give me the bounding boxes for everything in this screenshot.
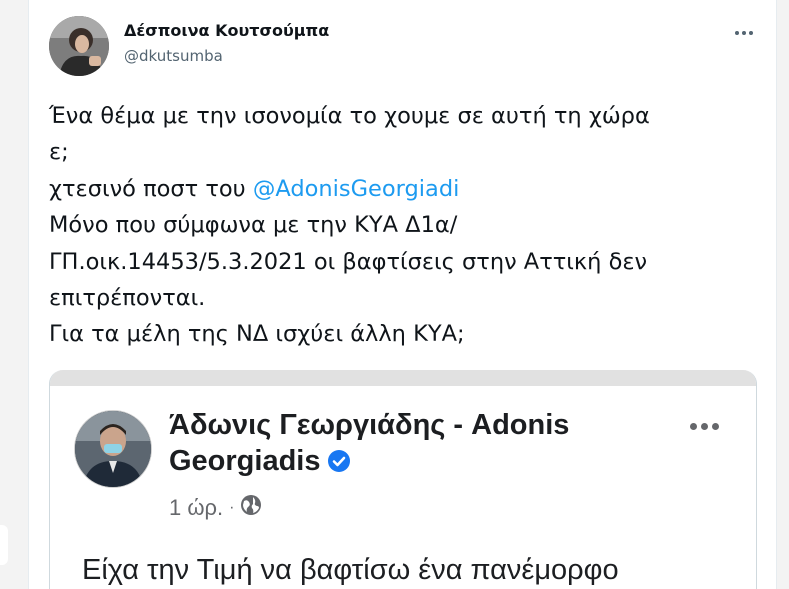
more-horizontal-icon bbox=[735, 31, 739, 35]
person-avatar-icon bbox=[75, 411, 151, 487]
embedded-author-avatar bbox=[74, 410, 152, 488]
person-avatar-icon bbox=[49, 16, 109, 76]
tweet-text-part-2: Μόνο που σύμφωνα με την ΚΥΑ Δ1α/ ΓΠ.οικ.… bbox=[49, 212, 648, 348]
author-handle[interactable]: @dkutsumba bbox=[124, 47, 223, 65]
embedded-post-time: 1 ώρ. bbox=[169, 495, 224, 520]
mention-link[interactable]: @AdonisGeorgiadi bbox=[253, 176, 460, 202]
more-horizontal-icon-dot bbox=[749, 31, 753, 35]
verified-badge-icon bbox=[327, 446, 351, 482]
scroll-edge bbox=[0, 525, 8, 565]
embedded-post-body: Είχα την Τιμή να βαφτίσω ένα πανέμορφο bbox=[82, 554, 619, 586]
page: Δέσποινα Κουτσούμπα @dkutsumba Ένα θέμα … bbox=[0, 0, 789, 589]
globe-icon bbox=[240, 494, 262, 522]
embedded-post-meta: 1 ώρ. · bbox=[169, 494, 262, 522]
more-horizontal-icon-dot bbox=[700, 422, 708, 430]
author-avatar[interactable] bbox=[49, 16, 109, 76]
meta-separator: · bbox=[229, 499, 235, 516]
embedded-more-options bbox=[684, 416, 724, 436]
tweet-text: Ένα θέμα με την ισονομία το χουμε σε αυτ… bbox=[49, 98, 769, 353]
embed-top-bar bbox=[50, 370, 756, 386]
tweet-card: Δέσποινα Κουτσούμπα @dkutsumba Ένα θέμα … bbox=[28, 0, 777, 589]
embedded-author-name-text: Άδωνις Γεωργιάδης - Adonis Georgiadis bbox=[169, 409, 570, 477]
embedded-author-name: Άδωνις Γεωργιάδης - Adonis Georgiadis bbox=[169, 407, 619, 482]
more-horizontal-icon bbox=[689, 422, 697, 430]
more-horizontal-icon-dot bbox=[711, 422, 719, 430]
author-display-name[interactable]: Δέσποινα Κουτσούμπα bbox=[124, 21, 329, 40]
more-options-button[interactable] bbox=[729, 20, 759, 46]
more-horizontal-icon-dot bbox=[742, 31, 746, 35]
embedded-media[interactable]: Άδωνις Γεωργιάδης - Adonis Georgiadis 1 … bbox=[49, 370, 757, 589]
